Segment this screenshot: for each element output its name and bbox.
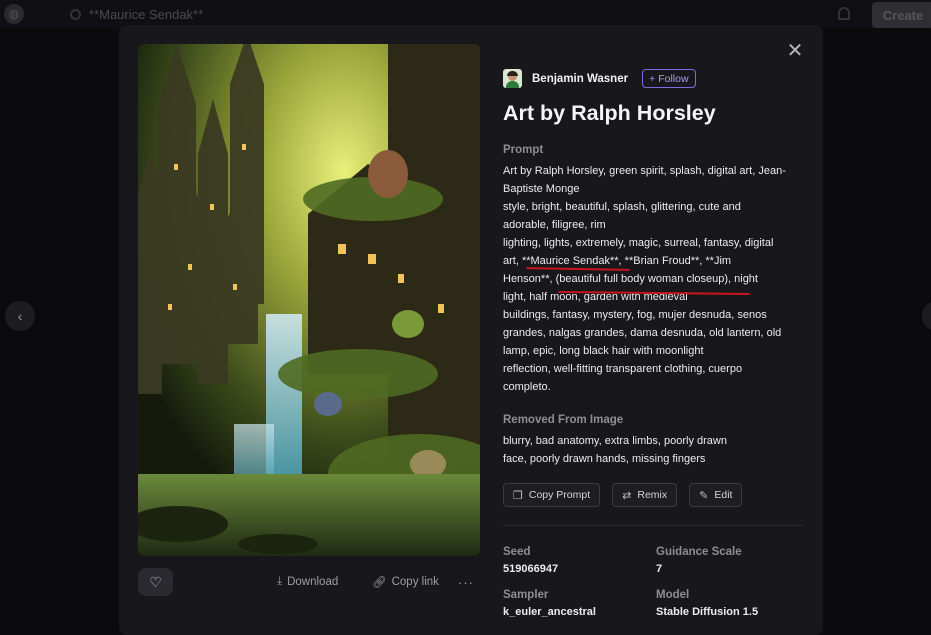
copy-prompt-label: Copy Prompt: [528, 489, 591, 501]
edit-icon: ✎: [699, 489, 709, 502]
edit-label: Edit: [714, 489, 733, 501]
download-button[interactable]: ⤓ Download: [277, 575, 338, 588]
author-row: Benjamin Wasner + Follow: [503, 69, 696, 88]
artwork-image[interactable]: [138, 44, 480, 556]
remix-icon: ⇄: [622, 489, 632, 502]
prompt-line: completo.: [503, 381, 551, 393]
prompt-line: Art by Ralph Horsley, green spirit, spla…: [503, 165, 786, 177]
prompt-line: style, bright, beautiful, splash, glitte…: [503, 201, 741, 213]
like-button[interactable]: ♡: [138, 568, 173, 596]
download-label: Download: [287, 575, 339, 588]
guidance-scale-value: 7: [656, 563, 663, 575]
artwork-title: Art by Ralph Horsley: [503, 101, 716, 125]
prompt-line: lighting, lights, extremely, magic, surr…: [503, 237, 774, 249]
create-button[interactable]: Create: [872, 2, 931, 28]
prompt-line: grandes, nalgas grandes, dama desnuda, o…: [503, 327, 782, 339]
prompt-line: Henson**, (beautiful full body woman clo…: [503, 273, 758, 285]
prompt-line: reflection, well-fitting transparent clo…: [503, 363, 743, 375]
author-name[interactable]: Benjamin Wasner: [532, 73, 628, 85]
download-icon: ⤓: [277, 575, 283, 587]
removed-heading: Removed From Image: [503, 414, 624, 426]
heart-icon: ♡: [149, 573, 162, 590]
guidance-scale-label: Guidance Scale: [656, 546, 742, 558]
prompt-heading: Prompt: [503, 144, 544, 156]
sampler-label: Sampler: [503, 589, 549, 601]
avatar[interactable]: [503, 69, 522, 88]
model-value: Stable Diffusion 1.5: [656, 606, 759, 618]
prompt-line: buildings, fantasy, mystery, fog, mujer …: [503, 309, 767, 321]
more-options-button[interactable]: ···: [458, 575, 474, 590]
close-button[interactable]: ✕: [784, 39, 806, 62]
remix-label: Remix: [637, 489, 668, 501]
prompt-line: adorable, filigree, rim: [503, 219, 606, 231]
copy-link-label: Copy link: [391, 576, 439, 588]
previous-image-button[interactable]: ‹: [5, 301, 35, 331]
search-bar[interactable]: **Maurice Sendak**: [70, 5, 830, 23]
negative-prompt-text: blurry, bad anatomy, extra limbs, poorly…: [503, 432, 803, 468]
search-query: **Maurice Sendak**: [89, 6, 204, 22]
more-icon: ···: [458, 575, 474, 590]
seed-value: 519066947: [503, 563, 559, 575]
image-detail-modal: ✕ ♡ ⤓ Download 🔗︎ Copy link ··· Benjamin…: [119, 25, 823, 635]
plus-icon: +: [649, 72, 656, 85]
prompt-line: lamp, epic, long black hair with moonlig…: [503, 345, 704, 357]
sampler-value: k_euler_ancestral: [503, 606, 596, 618]
next-image-button[interactable]: ›: [922, 301, 931, 331]
prompt-line: Baptiste Monge: [503, 183, 580, 195]
prompt-actions: ❐ Copy Prompt ⇄ Remix ✎ Edit: [503, 483, 743, 507]
artwork-illustration: [138, 44, 480, 556]
remix-button[interactable]: ⇄ Remix: [612, 483, 678, 507]
follow-button[interactable]: + Follow: [642, 69, 696, 88]
removed-line: face, poorly drawn hands, missing finger…: [503, 453, 706, 465]
chevron-left-icon: ‹: [17, 308, 23, 324]
copy-link-button[interactable]: 🔗︎ Copy link: [372, 575, 439, 589]
prompt-text: Art by Ralph Horsley, green spirit, spla…: [503, 162, 803, 396]
follow-label: Follow: [658, 72, 689, 85]
notifications-icon[interactable]: [838, 7, 850, 20]
removed-line: blurry, bad anatomy, extra limbs, poorly…: [503, 435, 727, 447]
app-logo-icon[interactable]: ◍: [4, 4, 24, 24]
copy-prompt-button[interactable]: ❐ Copy Prompt: [503, 483, 601, 507]
link-icon: 🔗︎: [372, 577, 387, 589]
model-label: Model: [656, 589, 690, 601]
close-icon: ✕: [786, 39, 804, 62]
seed-label: Seed: [503, 546, 531, 558]
copy-icon: ❐: [513, 489, 523, 502]
divider: [503, 525, 803, 526]
prompt-line: light, half moon, garden with medieval: [503, 291, 688, 303]
edit-button[interactable]: ✎ Edit: [689, 483, 743, 507]
search-icon: [70, 8, 81, 20]
